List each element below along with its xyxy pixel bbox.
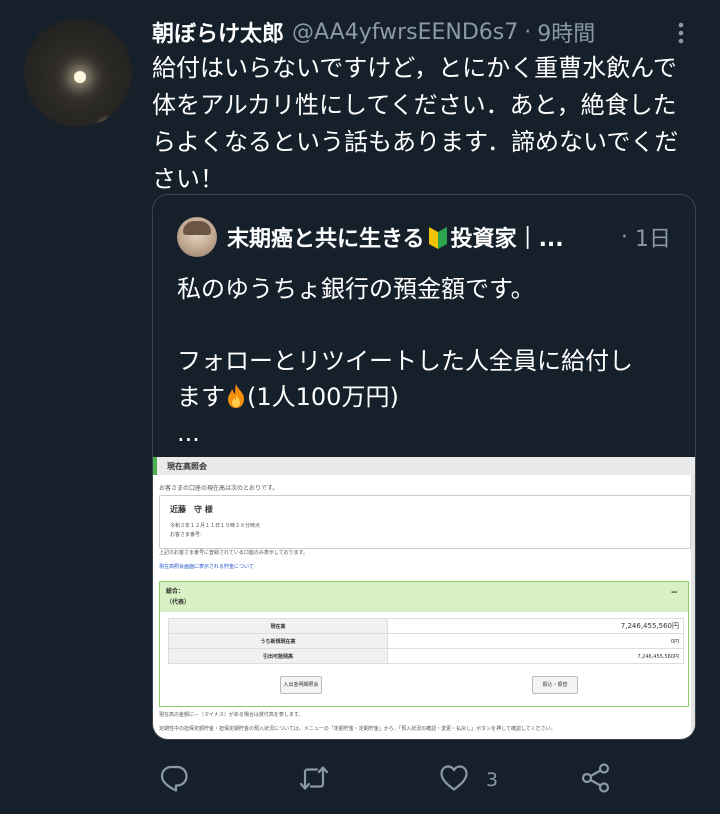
customer-info-box: 近藤 守 様 令和３年１２月１１日１９時２６分時点 お客さま番号： <box>159 495 691 549</box>
retweet-icon <box>298 762 330 799</box>
customer-number-line: お客さま番号： <box>170 532 206 538</box>
bank-balance-screenshot[interactable]: 現在高照会 お客さまの口座の現在高は次のとおりです。 近藤 守 様 令和３年１２… <box>153 457 695 739</box>
quoted-author-name-rest: 投資家｜... <box>450 227 564 252</box>
tweet-text: 給付はいらないですけど，とにかく重曹水飲んで体をアルカリ性にしてください．あと，… <box>152 54 679 193</box>
row-value: 0円 <box>387 633 684 649</box>
quoted-time: · 1日 <box>621 217 671 257</box>
quoted-text-line3a: ます <box>177 383 225 411</box>
footer-note-2: 定期性中の担保定額貯金・担保定期貯金の預入状況については，メニューの「定額貯金・… <box>159 726 556 732</box>
table-row: 引出可能残高 7,246,455,560円 <box>168 648 684 664</box>
tweet-header: 朝ぼらけ太郎 @AA4yfwrsEEND6s7 · 9時間 <box>152 14 595 50</box>
quoted-text-line2: フォローとリツイートした人全員に給付し <box>177 347 633 375</box>
row-label: 現在高 <box>168 618 388 634</box>
retweet-button[interactable] <box>298 758 330 802</box>
transfer-button: 振込・振替 <box>532 676 578 694</box>
timestamp-line: 令和３年１２月１１日１９時２６分時点 <box>170 523 261 529</box>
reply-button[interactable] <box>158 758 190 802</box>
footer-note-1: 現在高の金額に－（マイナス）がある場合は貸付高を表します。 <box>159 712 304 718</box>
screenshot-scrollbar <box>691 475 695 739</box>
author-handle[interactable]: @AA4yfwrsEEND6s7 <box>292 20 518 45</box>
reply-icon <box>158 762 190 799</box>
account-header: 総合： （代表） − <box>160 582 688 612</box>
beginner-mark-icon <box>427 224 449 250</box>
quoted-author-avatar <box>177 217 217 257</box>
quoted-author-name: 末期癌と共に生きる <box>227 227 425 252</box>
account-label: 総合： <box>166 588 185 595</box>
like-button[interactable]: 3 <box>438 758 498 802</box>
author-avatar[interactable] <box>24 19 132 127</box>
screenshot-subtitle: お客さまの口座の現在高は次のとおりです。 <box>159 485 279 492</box>
quoted-text-ellipsis: ... <box>177 419 200 447</box>
collapse-icon: − <box>670 588 678 598</box>
quoted-tweet[interactable]: 末期癌と共に生きる 投資家｜... · 1日 私のゆうちょ銀行の預金額です。 フ… <box>152 194 696 740</box>
account-panel: 総合： （代表） − 現在高 7,246,455,560円 うち新規現在高 0円… <box>159 581 689 707</box>
avatar-light <box>102 121 108 127</box>
separator: · <box>524 19 532 45</box>
tweet-actions: 3 <box>0 758 720 802</box>
balance-table: 現在高 7,246,455,560円 うち新規現在高 0円 引出可能残高 7,2… <box>168 618 684 664</box>
quoted-text-line3b: (1人100万円) <box>247 383 399 411</box>
screenshot-link: 現在高照会画面に表示される貯金について <box>159 564 254 570</box>
avatar-hair <box>183 221 211 235</box>
like-count: 3 <box>486 769 499 791</box>
fire-icon <box>225 383 247 409</box>
quoted-text-line1: 私のゆうちょ銀行の預金額です。 <box>177 275 535 303</box>
quoted-separator: · <box>621 224 628 250</box>
table-row: うち新規現在高 0円 <box>168 633 684 649</box>
row-value: 7,246,455,560円 <box>387 648 684 664</box>
avatar-moon <box>74 71 86 83</box>
account-sub: （代表） <box>166 599 191 606</box>
screenshot-title-bar: 現在高照会 <box>153 457 695 475</box>
screenshot-title: 現在高照会 <box>167 462 207 471</box>
author-name[interactable]: 朝ぼらけ太郎 <box>152 16 284 48</box>
quoted-time-value: 1日 <box>635 227 671 252</box>
heart-icon <box>438 762 470 799</box>
screenshot-note: 上記のお客さま番号に登録されている口座のみ表示しております。 <box>159 550 309 556</box>
more-options-icon[interactable] <box>668 20 694 46</box>
quoted-text: 私のゆうちょ銀行の預金額です。 フォローとリツイートした人全員に給付し ます (1… <box>177 271 677 451</box>
table-row: 現在高 7,246,455,560円 <box>168 618 684 634</box>
tweet-time[interactable]: 9時間 <box>537 16 595 48</box>
share-icon <box>580 762 612 799</box>
quoted-header: 末期癌と共に生きる 投資家｜... <box>227 217 564 257</box>
transaction-history-button: 入出金明細照会 <box>280 676 322 694</box>
share-button[interactable] <box>580 758 612 802</box>
row-label: 引出可能残高 <box>168 648 388 664</box>
row-label: うち新規現在高 <box>168 633 388 649</box>
row-value: 7,246,455,560円 <box>387 618 684 634</box>
customer-name: 近藤 守 様 <box>170 505 213 514</box>
